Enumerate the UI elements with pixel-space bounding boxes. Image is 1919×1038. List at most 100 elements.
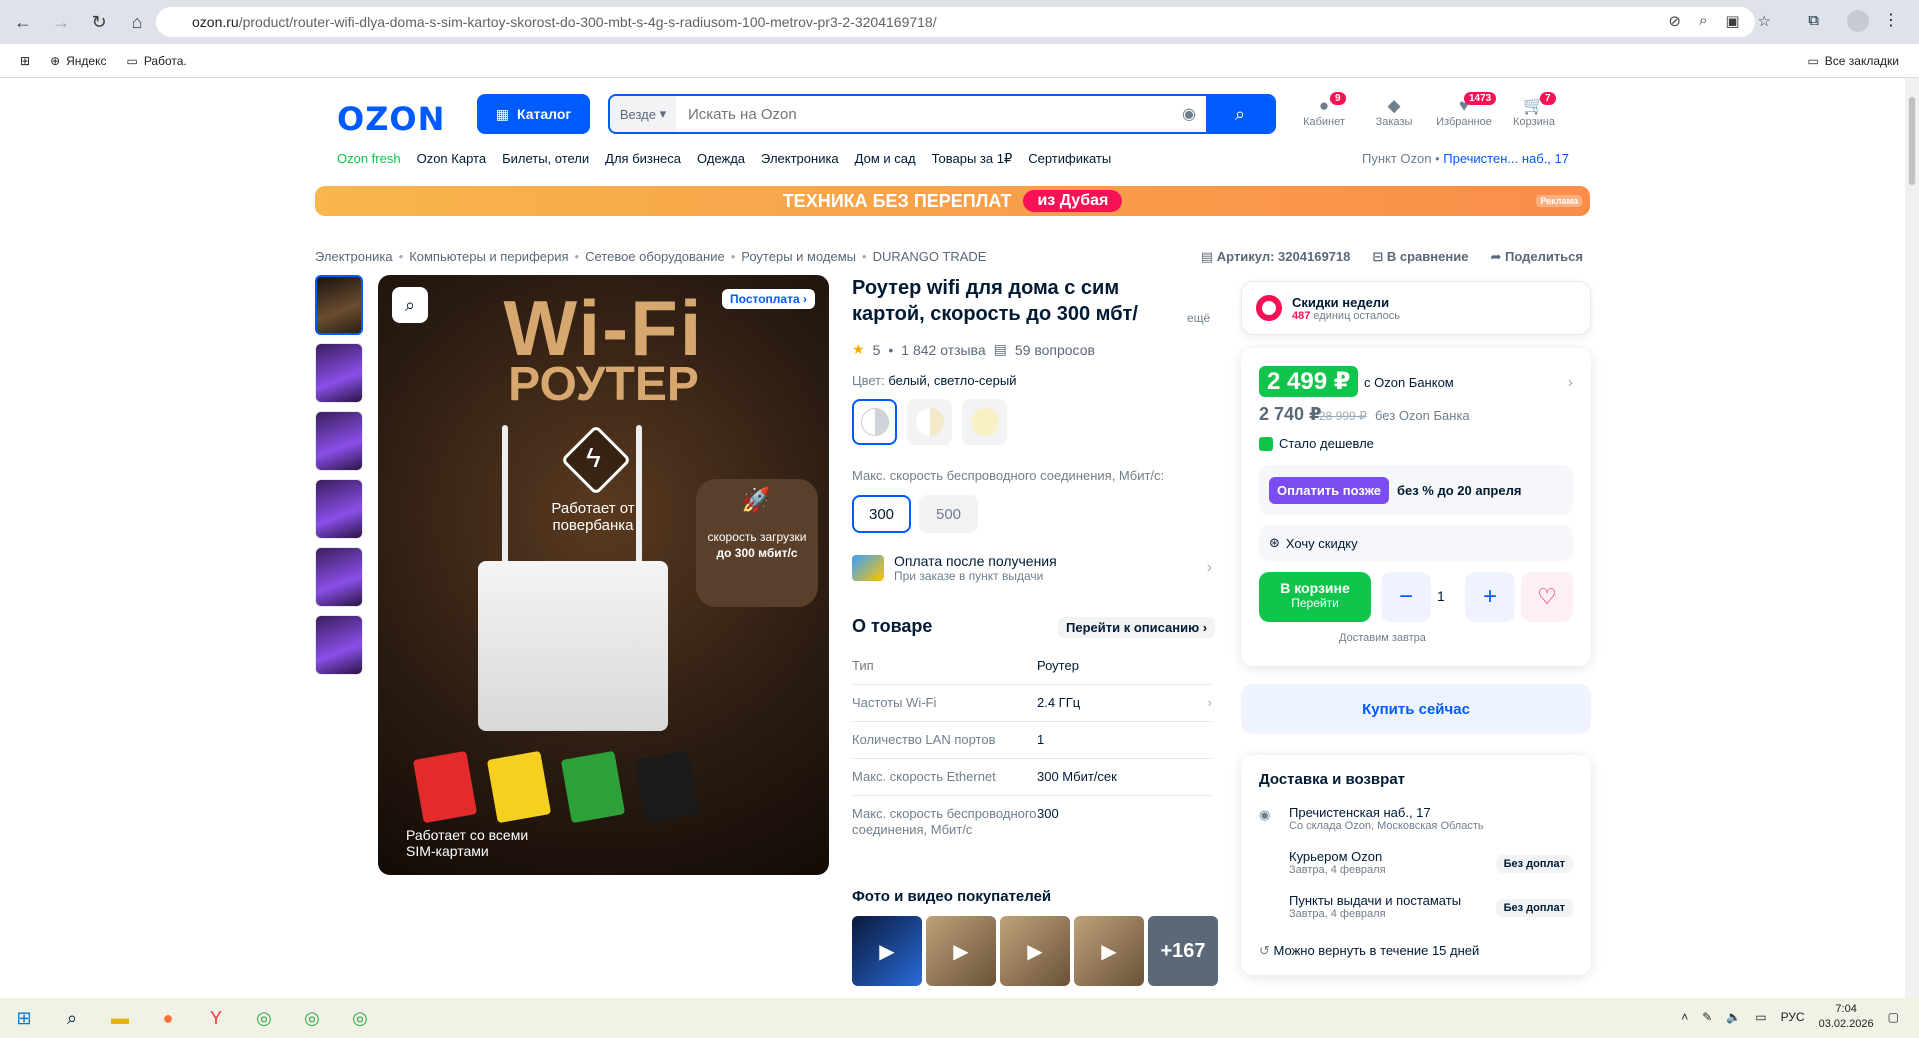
network-icon[interactable]: ▭ — [1755, 1010, 1766, 1024]
more-photos[interactable]: +167 — [1148, 916, 1218, 986]
breadcrumb-item[interactable]: Компьютеры и периферия — [409, 249, 568, 264]
notifications-icon[interactable]: ▢ — [1888, 1010, 1899, 1024]
menu-icon[interactable]: ⋮ — [1883, 10, 1899, 30]
menu-item-card[interactable]: Ozon Карта — [417, 151, 486, 167]
search-input[interactable] — [676, 105, 1172, 123]
all-bookmarks[interactable]: ▭ Все закладки — [1807, 54, 1899, 68]
menu-item-fresh[interactable]: Ozon fresh — [337, 151, 401, 167]
gallery-thumb[interactable] — [315, 343, 363, 403]
article-number[interactable]: ▤ Артикул: 3204169718 — [1201, 249, 1351, 265]
spec-row[interactable]: Частоты Wi-Fi 2.4 ГГц › — [852, 685, 1212, 722]
increase-qty-button[interactable]: + — [1465, 572, 1515, 622]
reload-icon[interactable]: ↻ — [84, 7, 114, 37]
gallery-thumb[interactable] — [315, 615, 363, 675]
ozon-logo[interactable]: OZON — [337, 100, 445, 138]
header-favorites[interactable]: ♥ 1473 Избранное — [1436, 92, 1497, 128]
buy-now-button[interactable]: Купить сейчас — [1241, 684, 1591, 734]
breadcrumb-item[interactable]: Роутеры и модемы — [741, 249, 856, 264]
profile-avatar[interactable] — [1847, 10, 1869, 32]
chrome-icon[interactable]: ◎ — [288, 998, 336, 1038]
return-policy[interactable]: ↺ Можно вернуть в течение 15 дней — [1259, 943, 1573, 959]
favorite-button[interactable]: ♡ — [1521, 572, 1573, 622]
extensions-icon[interactable]: ⧉ — [1808, 12, 1819, 29]
menu-item-home[interactable]: Дом и сад — [855, 151, 916, 167]
search-scope-select[interactable]: Везде ▾ — [610, 96, 676, 132]
title-more-link[interactable]: ещё — [1187, 311, 1210, 325]
customer-video[interactable]: ▶ — [852, 916, 922, 986]
menu-item-certificates[interactable]: Сертификаты — [1028, 151, 1111, 167]
bookmark-star-icon[interactable]: ☆ — [1758, 12, 1771, 30]
gallery-thumb[interactable] — [315, 411, 363, 471]
search-icon[interactable]: ⌕ — [48, 998, 96, 1038]
start-icon[interactable]: ⊞ — [0, 998, 48, 1038]
home-icon[interactable]: ⌂ — [122, 7, 152, 37]
menu-item-tickets[interactable]: Билеты, отели — [502, 151, 589, 167]
yandex-browser-icon[interactable]: Y — [192, 998, 240, 1038]
decrease-qty-button[interactable]: − — [1381, 572, 1431, 622]
speed-option[interactable]: 500 — [919, 495, 978, 533]
speed-option[interactable]: 300 — [852, 495, 911, 533]
address-bar[interactable]: ozon.ru/product/router-wifi-dlya-doma-s-… — [156, 7, 1755, 37]
color-swatch[interactable] — [852, 399, 897, 445]
compare-button[interactable]: ⊟ В сравнение — [1372, 249, 1468, 265]
pay-later-button[interactable]: Оплатить позже — [1269, 476, 1389, 504]
chevron-up-icon[interactable]: ˄ — [1681, 1010, 1688, 1024]
header-orders[interactable]: ◆ Заказы — [1370, 96, 1418, 128]
tracking-icon[interactable]: ⊘ — [1668, 12, 1681, 30]
volume-icon[interactable]: 🔈 — [1726, 1010, 1741, 1024]
catalog-button[interactable]: ▦ Каталог — [477, 94, 590, 134]
forward-icon[interactable]: → — [46, 7, 76, 37]
promo-banner[interactable]: ТЕХНИКА БЕЗ ПЕРЕПЛАТ из Дубая Реклама — [315, 186, 1590, 216]
color-swatch[interactable] — [962, 399, 1007, 445]
apps-icon[interactable]: ⊞ — [20, 54, 30, 68]
gallery-thumb[interactable] — [315, 547, 363, 607]
search-button[interactable]: ⌕ — [1206, 96, 1274, 132]
header-account[interactable]: ● 9 Кабинет — [1300, 92, 1348, 128]
pen-icon[interactable]: ✎ — [1702, 1010, 1712, 1024]
gallery-thumb[interactable] — [315, 275, 363, 335]
customer-video[interactable]: ▶ — [926, 916, 996, 986]
menu-item-electronics[interactable]: Электроника — [761, 151, 839, 167]
share-button[interactable]: ➦ Поделиться — [1490, 249, 1583, 265]
breadcrumb-item[interactable]: DURANGO TRADE — [873, 249, 987, 264]
back-icon[interactable]: ← — [8, 7, 38, 37]
camera-icon[interactable]: ◉ — [1172, 104, 1206, 124]
zoom-icon[interactable]: ⌕ — [1699, 12, 1707, 30]
product-main-image[interactable]: Wi-Fi РОУТЕР ϟ Работает от повербанка 🚀 … — [378, 275, 829, 875]
bookmark-yandex[interactable]: ⊕ Яндекс — [50, 54, 106, 68]
in-cart-button[interactable]: В корзине Перейти — [1259, 572, 1371, 622]
customer-video[interactable]: ▶ — [1074, 916, 1144, 986]
menu-item-clothes[interactable]: Одежда — [697, 151, 745, 167]
breadcrumb-item[interactable]: Электроника — [315, 249, 393, 264]
pay-after-receipt[interactable]: Оплата после получения При заказе в пунк… — [852, 553, 1212, 583]
pickup-point[interactable]: Пункт Ozon • Пречистен... наб., 17 — [1362, 151, 1569, 166]
page-scrollbar[interactable] — [1905, 78, 1919, 998]
weekly-deals[interactable]: Скидки недели 487 единиц осталось — [1241, 281, 1591, 335]
want-discount[interactable]: ⊛ Хочу скидку — [1259, 525, 1573, 561]
chrome-icon[interactable]: ◎ — [240, 998, 288, 1038]
postpay-badge[interactable]: Постоплата › — [722, 289, 815, 309]
color-swatch[interactable] — [907, 399, 952, 445]
gallery-thumb[interactable] — [315, 479, 363, 539]
chevron-right-icon[interactable]: › — [1568, 374, 1573, 392]
menu-item-1rub[interactable]: Товары за 1₽ — [932, 151, 1013, 167]
firefox-icon[interactable]: ● — [144, 998, 192, 1038]
reviews-link[interactable]: 1 842 отзыва — [901, 342, 985, 358]
visual-search-icon[interactable]: ⌕ — [392, 287, 428, 323]
menu-item-business[interactable]: Для бизнеса — [605, 151, 681, 167]
pay-later-text: без % до 20 апреля — [1396, 482, 1522, 498]
goto-description-link[interactable]: Перейти к описанию › — [1058, 617, 1216, 638]
price-dropped[interactable]: Стало дешевле — [1259, 436, 1374, 451]
file-explorer-icon[interactable]: ▬ — [96, 998, 144, 1038]
delivery-address[interactable]: ◉ Пречистенская наб., 17 Со склада Ozon,… — [1259, 805, 1573, 832]
customer-video[interactable]: ▶ — [1000, 916, 1070, 986]
chrome-icon[interactable]: ◎ — [336, 998, 384, 1038]
install-icon[interactable]: ▣ — [1725, 12, 1739, 30]
language-indicator[interactable]: РУС — [1781, 1010, 1805, 1024]
breadcrumb-item[interactable]: Сетевое оборудование — [585, 249, 725, 264]
clock[interactable]: 7:04 03.02.2026 — [1819, 1002, 1874, 1032]
header-cart[interactable]: 🛒 7 Корзина — [1510, 92, 1558, 128]
scrollbar-thumb[interactable] — [1908, 96, 1916, 186]
questions-link[interactable]: 59 вопросов — [1015, 342, 1095, 358]
bookmark-folder-work[interactable]: ▭ Работа. — [126, 54, 186, 68]
